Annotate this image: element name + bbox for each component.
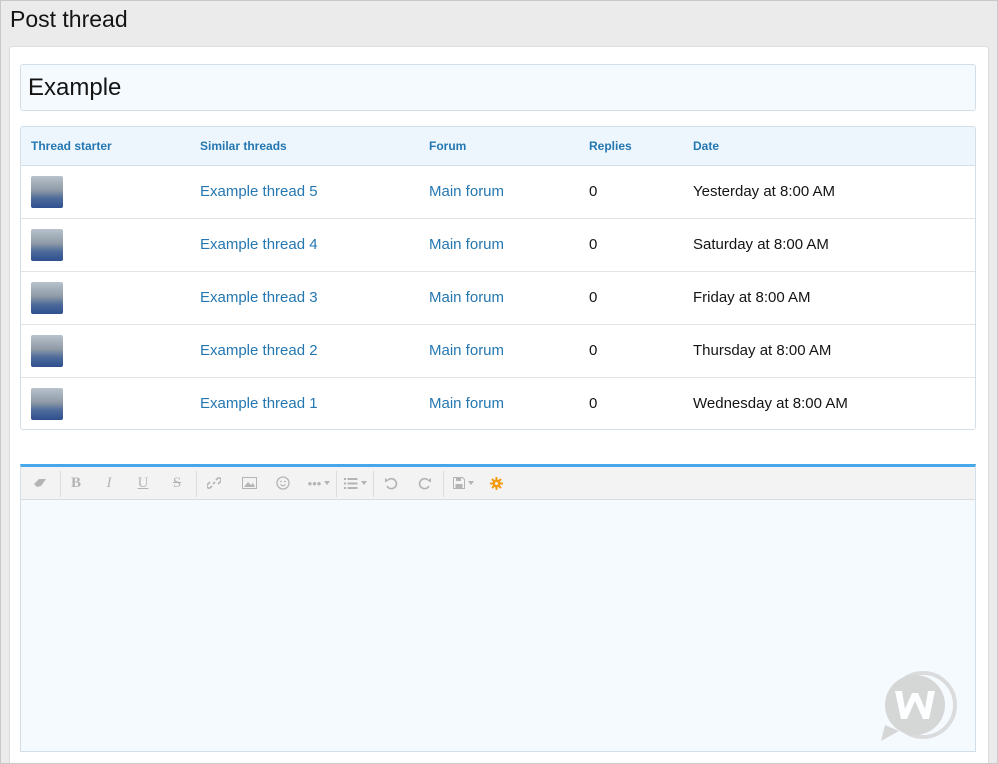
thread-date: Saturday at 8:00 AM <box>693 236 829 253</box>
thread-title-input[interactable] <box>20 64 976 111</box>
thread-title-link[interactable]: Example thread 2 <box>200 342 318 359</box>
forum-link[interactable]: Main forum <box>429 342 504 359</box>
toolbar-divider <box>60 471 61 497</box>
more-icon[interactable]: ••• <box>305 467 333 499</box>
forum-link[interactable]: Main forum <box>429 183 504 200</box>
table-row: Example thread 5 Main forum 0 Yesterday … <box>21 166 975 219</box>
thread-title-link[interactable]: Example thread 5 <box>200 183 318 200</box>
column-replies: Replies <box>589 139 632 153</box>
replies-count: 0 <box>589 342 598 359</box>
replies-count: 0 <box>589 289 598 306</box>
thread-title-link[interactable]: Example thread 4 <box>200 236 318 253</box>
list-icon[interactable] <box>341 467 369 499</box>
avatar[interactable] <box>31 388 63 420</box>
editor-toolbar: B I U S ••• <box>21 467 975 500</box>
bold-icon[interactable]: B <box>65 467 87 499</box>
thread-date: Wednesday at 8:00 AM <box>693 395 848 412</box>
similar-threads-table: Thread starter Similar threads Forum Rep… <box>20 126 976 430</box>
eraser-icon[interactable] <box>27 467 53 499</box>
thread-title-link[interactable]: Example thread 1 <box>200 395 318 412</box>
table-row: Example thread 2 Main forum 0 Thursday a… <box>21 325 975 378</box>
post-thread-form: Thread starter Similar threads Forum Rep… <box>9 46 989 764</box>
forum-link[interactable]: Main forum <box>429 236 504 253</box>
save-draft-icon[interactable] <box>449 467 477 499</box>
table-row: Example thread 3 Main forum 0 Friday at … <box>21 272 975 325</box>
replies-count: 0 <box>589 236 598 253</box>
toolbar-divider <box>196 471 197 497</box>
undo-icon[interactable] <box>379 467 403 499</box>
avatar[interactable] <box>31 176 63 208</box>
avatar[interactable] <box>31 229 63 261</box>
thread-title-link[interactable]: Example thread 3 <box>200 289 318 306</box>
thread-date: Yesterday at 8:00 AM <box>693 183 836 200</box>
replies-count: 0 <box>589 395 598 412</box>
watermark-logo-icon <box>881 671 957 741</box>
editor-content-area[interactable] <box>21 500 975 751</box>
avatar[interactable] <box>31 335 63 367</box>
settings-gear-icon[interactable] <box>485 467 507 499</box>
italic-icon[interactable]: I <box>98 467 120 499</box>
smilie-icon[interactable] <box>271 467 295 499</box>
table-row: Example thread 4 Main forum 0 Saturday a… <box>21 219 975 272</box>
image-icon[interactable] <box>237 467 261 499</box>
forum-link[interactable]: Main forum <box>429 395 504 412</box>
replies-count: 0 <box>589 183 598 200</box>
column-date: Date <box>693 139 720 153</box>
link-icon[interactable] <box>203 467 225 499</box>
table-header: Thread starter Similar threads Forum Rep… <box>21 127 975 166</box>
thread-date: Thursday at 8:00 AM <box>693 342 832 359</box>
thread-date: Friday at 8:00 AM <box>693 289 811 306</box>
avatar[interactable] <box>31 282 63 314</box>
column-similar-threads: Similar threads <box>200 139 287 153</box>
message-editor: B I U S ••• <box>20 464 976 752</box>
column-thread-starter: Thread starter <box>31 139 112 153</box>
table-row: Example thread 1 Main forum 0 Wednesday … <box>21 378 975 429</box>
underline-icon[interactable]: U <box>132 467 154 499</box>
redo-icon[interactable] <box>413 467 437 499</box>
strikethrough-icon[interactable]: S <box>166 467 188 499</box>
toolbar-divider <box>373 471 374 497</box>
column-forum: Forum <box>429 139 467 153</box>
toolbar-divider <box>443 471 444 497</box>
toolbar-divider <box>336 471 337 497</box>
page-title: Post thread <box>10 6 128 32</box>
forum-link[interactable]: Main forum <box>429 289 504 306</box>
